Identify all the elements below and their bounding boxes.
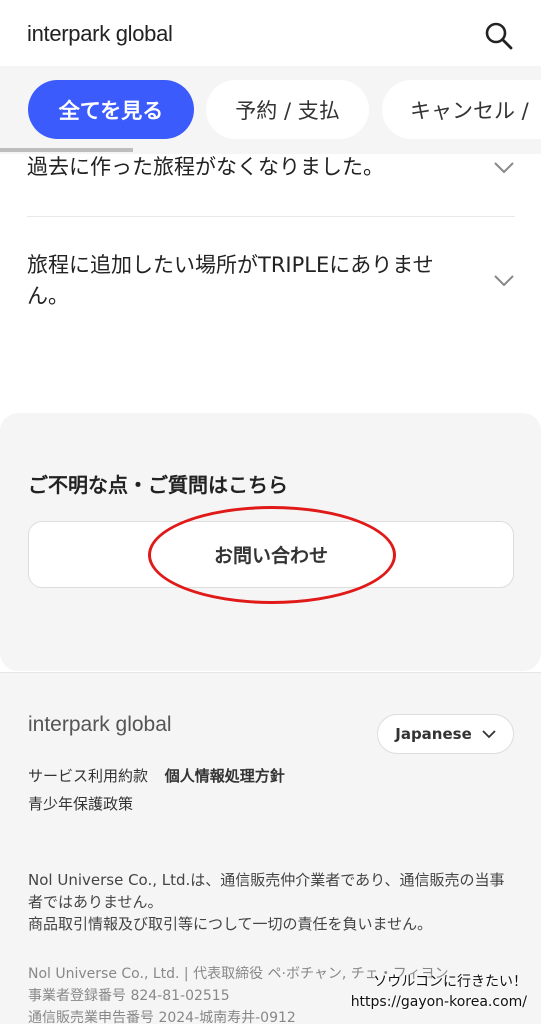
language-label: Japanese [395, 725, 472, 743]
chevron-down-icon [494, 275, 514, 287]
brand-logo[interactable]: interpark global [27, 21, 173, 47]
faq-item[interactable]: 過去に作った旅程がなくなりました。 [27, 152, 515, 186]
youth-protection-link[interactable]: 青少年保護政策 [28, 793, 133, 814]
chevron-down-icon [494, 162, 514, 174]
tab-reservation-payment[interactable]: 予約 / 支払 [206, 80, 369, 139]
category-tabs: 全てを見る 予約 / 支払 キャンセル / [0, 66, 541, 154]
watermark: ソウルコンに行きたい！ https://gayon-korea.com/ [351, 972, 527, 1012]
watermark-title: ソウルコンに行きたい！ [373, 974, 527, 990]
chevron-down-icon [482, 729, 496, 738]
inquiry-title: ご不明な点・ご質問はこちら [28, 473, 288, 497]
faq-question: 旅程に追加したい場所がTRIPLEにありません。 [27, 253, 434, 308]
footer-logo: interpark global [28, 713, 172, 736]
search-icon[interactable] [483, 20, 515, 52]
disclaimer-line: 商品取引情報及び取引等につして一切の責任を負いません。 [28, 915, 433, 933]
privacy-link[interactable]: 個人情報処理方針 [165, 767, 285, 785]
terms-link[interactable]: サービス利用約款 [28, 767, 148, 785]
faq-item[interactable]: 旅程に追加したい場所がTRIPLEにありません。 [27, 250, 515, 314]
footer-links: サービス利用約款 個人情報処理方針 [28, 765, 285, 786]
language-selector[interactable]: Japanese [377, 714, 514, 754]
tab-all[interactable]: 全てを見る [28, 80, 194, 139]
faq-question: 過去に作った旅程がなくなりました。 [27, 155, 384, 179]
inquiry-section: ご不明な点・ご質問はこちら お問い合わせ [0, 413, 541, 671]
watermark-url: https://gayon-korea.com/ [350, 994, 527, 1010]
contact-button[interactable]: お問い合わせ [28, 521, 514, 588]
footer-disclaimer: Nol Universe Co., Ltd.は、通信販売仲介業者であり、通信販売… [28, 869, 518, 935]
tab-cancel[interactable]: キャンセル / [382, 80, 541, 139]
header: interpark global [0, 0, 541, 66]
divider [27, 216, 515, 217]
disclaimer-line: Nol Universe Co., Ltd.は、通信販売仲介業者であり、通信販売… [28, 871, 505, 911]
